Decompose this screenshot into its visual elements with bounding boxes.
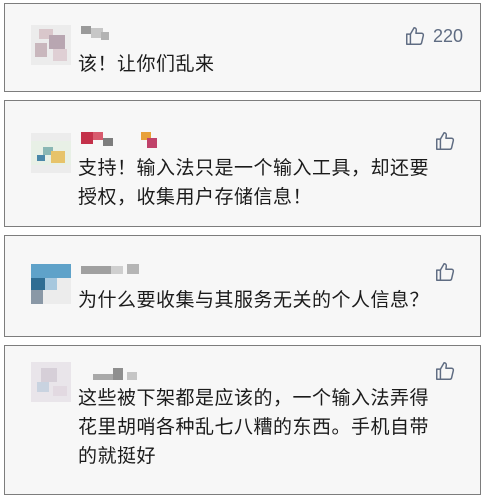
username[interactable] [81, 132, 157, 148]
comment-card: 这些被下架都是应该的，一个输入法弄得 花里胡哨各种乱七八糟的东西。手机自带 的就… [4, 345, 481, 495]
like-count: 220 [432, 25, 463, 46]
comment-line: 授权，收集用户存储信息！ [78, 186, 313, 208]
thumbs-up-icon [436, 132, 455, 150]
avatar[interactable] [31, 133, 71, 173]
comment-line: 的就挺好 [78, 445, 157, 467]
thumbs-up-icon [436, 362, 455, 380]
comment-text: 该！让你们乱来 [78, 50, 215, 79]
like-button[interactable]: 220 [404, 25, 463, 47]
thumbs-up-icon [405, 27, 425, 45]
like-button[interactable] [434, 261, 463, 283]
comment-line: 花里胡哨各种乱七八糟的东西。手机自带 [78, 416, 430, 438]
avatar[interactable] [31, 264, 71, 304]
comment-line: 这些被下架都是应该的，一个输入法弄得 [78, 387, 430, 409]
thumbs-up-icon [436, 263, 455, 281]
like-button[interactable] [434, 130, 463, 152]
comment-card: 为什么要收集与其服务无关的个人信息？ [4, 235, 481, 337]
comment-text: 这些被下架都是应该的，一个输入法弄得 花里胡哨各种乱七八糟的东西。手机自带 的就… [78, 384, 429, 471]
username[interactable] [81, 264, 139, 280]
username[interactable] [81, 368, 139, 384]
like-button[interactable] [434, 360, 463, 382]
username[interactable] [81, 26, 139, 42]
comment-card: 支持！输入法只是一个输入工具，却还要 授权，收集用户存储信息！ [4, 100, 481, 227]
avatar[interactable] [31, 362, 71, 402]
comment-text: 支持！输入法只是一个输入工具，却还要 授权，收集用户存储信息！ [78, 154, 429, 212]
comment-card: 220 该！让你们乱来 [4, 3, 481, 92]
avatar[interactable] [31, 25, 71, 65]
comment-line: 该！让你们乱来 [78, 53, 215, 75]
comment-line: 支持！输入法只是一个输入工具，却还要 [78, 157, 430, 179]
comment-text: 为什么要收集与其服务无关的个人信息？ [78, 286, 429, 315]
comment-line: 为什么要收集与其服务无关的个人信息？ [78, 289, 430, 311]
